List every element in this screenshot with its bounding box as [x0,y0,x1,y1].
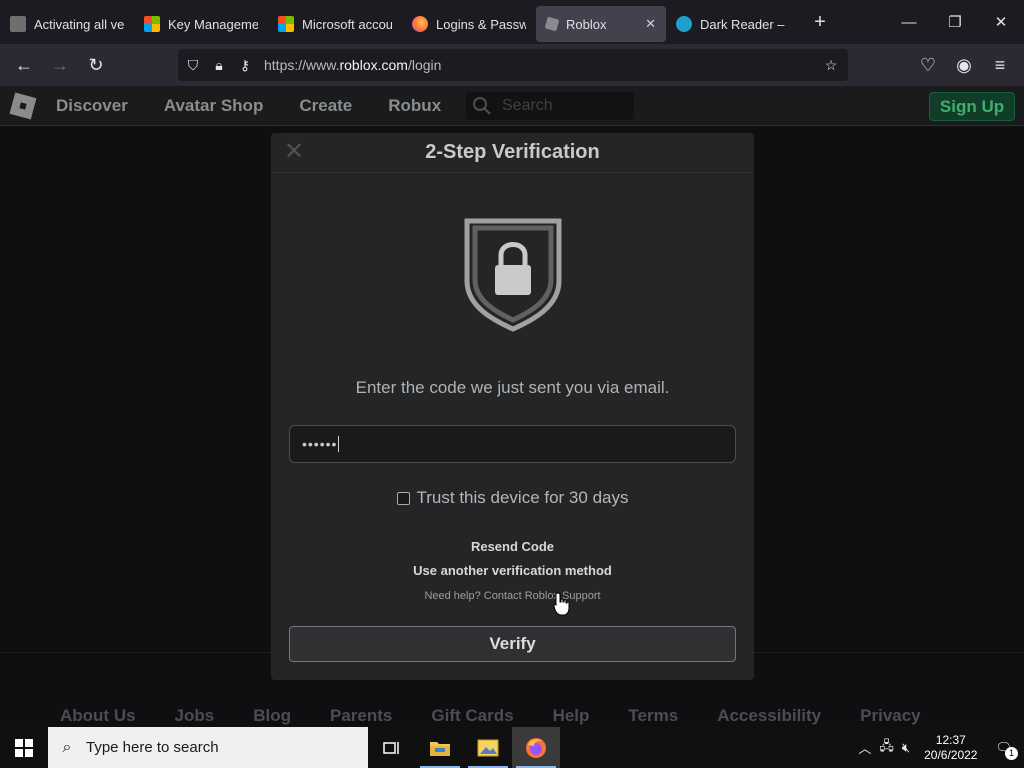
verify-button[interactable]: Verify [289,626,736,662]
close-window-icon[interactable]: ✕ [978,0,1024,44]
tab-favicon-icon [10,16,26,32]
hand-cursor-icon [553,592,570,616]
windows-start-icon[interactable] [0,727,48,768]
instruction-text: Enter the code we just sent you via emai… [355,378,670,397]
trust-device-label[interactable]: Trust this device for 30 days [417,488,629,508]
taskbar-search-input[interactable]: ⌕ Type here to search [48,727,368,768]
lock-icon[interactable]: 🔒︎ [206,55,232,75]
tab-microsoft-account[interactable]: Microsoft accoun [268,6,402,42]
back-icon[interactable]: ← [6,49,42,81]
firefox-icon [412,16,428,32]
notification-count-badge: 1 [1005,746,1018,760]
clock-time: 12:37 [935,732,966,747]
verification-code-input[interactable]: •••••• [289,425,736,463]
tab-dark-reader[interactable]: Dark Reader – Ge [666,6,796,42]
modal-title: 2-Step Verification [425,141,600,163]
forward-icon[interactable]: → [42,49,78,81]
footer-link-terms[interactable]: Terms [628,706,678,726]
text-caret [338,436,340,452]
resend-code-link[interactable]: Resend Code [271,539,754,554]
browser-tab-bar: Activating all ver Key Management Micros… [0,0,1024,44]
roblox-icon [544,16,560,32]
shield-lock-icon [464,218,562,332]
footer-link-accessibility[interactable]: Accessibility [717,706,821,726]
nav-robux[interactable]: Robux [388,96,441,116]
footer-link-about[interactable]: About Us [60,706,136,726]
footer-link-privacy[interactable]: Privacy [860,706,921,726]
code-value: •••••• [302,436,338,452]
chevron-up-icon[interactable]: ︿ [858,738,871,757]
notification-icon[interactable]: 🗨︎ 1 [995,740,1018,760]
roblox-search-input[interactable]: Search [466,92,634,120]
search-icon: ⌕ [62,738,72,756]
tab-activating[interactable]: Activating all ver [0,6,134,42]
photos-icon[interactable] [464,727,512,768]
roblox-header: Discover Avatar Shop Create Robux Search… [0,86,1024,126]
nav-discover[interactable]: Discover [56,96,128,116]
nav-avatar-shop[interactable]: Avatar Shop [164,96,264,116]
reload-icon[interactable]: ↻ [78,49,114,81]
close-icon[interactable]: ✕ [281,139,307,165]
trust-device-row[interactable]: Trust this device for 30 days [271,488,754,508]
new-tab-button[interactable]: + [802,4,838,40]
tab-title: Dark Reader – Ge [700,16,786,32]
footer-link-blog[interactable]: Blog [253,706,291,726]
shield-icon[interactable]: ⛉ [180,55,206,75]
extension-icon[interactable]: ◉ [946,49,982,81]
restore-icon[interactable]: ❐ [932,0,978,44]
task-view-icon[interactable] [368,727,416,768]
footer-link-help[interactable]: Help [553,706,590,726]
clock-date: 20/6/2022 [924,747,978,762]
footer-links: About Us Jobs Blog Parents Gift Cards He… [60,706,960,726]
microsoft-logo-icon [144,16,160,32]
taskbar-search-placeholder: Type here to search [86,739,219,756]
url-text[interactable]: https://www.roblox.com/login [264,57,441,73]
help-text[interactable]: Need help? Contact Roblox Support [271,590,754,602]
network-icon[interactable]: 🖧︎ [879,737,894,759]
bookmark-star-icon[interactable]: ☆ [818,55,844,75]
browser-nav-bar: ← → ↻ ⛉ 🔒︎ ⚷ https://www.roblox.com/logi… [0,44,1024,86]
microsoft-logo-icon [278,16,294,32]
roblox-logo-icon[interactable] [9,92,37,119]
tab-title: Key Management [168,16,258,32]
tab-logins-passwords[interactable]: Logins & Passwo [402,6,536,42]
menu-icon[interactable]: ≡ [982,49,1018,81]
address-bar[interactable]: ⛉ 🔒︎ ⚷ https://www.roblox.com/login ☆ [178,49,848,81]
modal-header: ✕ 2-Step Verification [271,133,754,173]
windows-taskbar: ⌕ Type here to search ︿ 🖧︎ 🔇︎ 12:37 20/6… [0,727,1024,768]
dark-reader-icon [676,16,692,32]
firefox-taskbar-icon[interactable] [512,727,560,768]
footer-link-gift-cards[interactable]: Gift Cards [431,706,513,726]
search-placeholder: Search [502,97,553,114]
minimize-icon[interactable]: — [886,0,932,44]
search-icon [473,97,491,115]
footer-link-jobs[interactable]: Jobs [175,706,215,726]
tab-title: Microsoft accoun [302,16,392,32]
nav-create[interactable]: Create [299,96,352,116]
file-explorer-icon[interactable] [416,727,464,768]
tab-close-icon[interactable]: ✕ [637,16,656,32]
pocket-icon[interactable]: ♡ [910,49,946,81]
tab-key-management[interactable]: Key Management [134,6,268,42]
system-tray: ︿ 🖧︎ 🔇︎ 12:37 20/6/2022 🗨︎ 1 [854,727,1024,768]
other-method-link[interactable]: Use another verification method [271,563,754,578]
tab-title: Activating all ver [34,16,124,32]
volume-muted-icon[interactable]: 🔇︎ [902,740,910,756]
key-icon[interactable]: ⚷ [232,55,258,75]
taskbar-clock[interactable]: 12:37 20/6/2022 [924,733,977,763]
trust-device-checkbox[interactable] [396,491,410,505]
tab-title: Roblox [566,16,607,32]
two-step-verification-modal: ✕ 2-Step Verification Enter the code we … [271,133,754,680]
footer-link-parents[interactable]: Parents [330,706,392,726]
sign-up-button[interactable]: Sign Up [929,92,1015,121]
tab-roblox[interactable]: Roblox ✕ [536,6,666,42]
tab-title: Logins & Passwo [436,16,526,32]
